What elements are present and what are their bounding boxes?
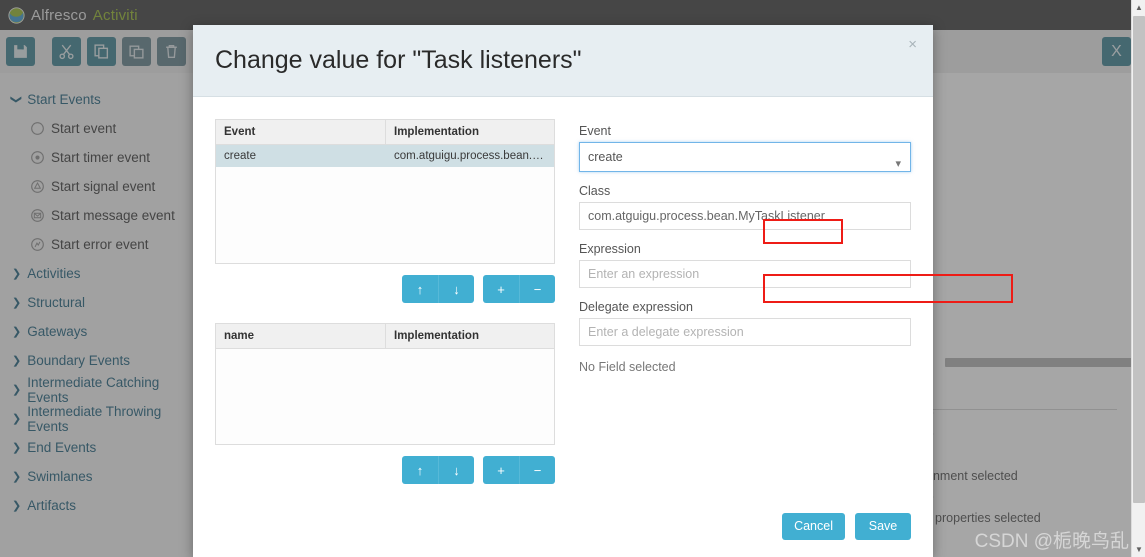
move-up-button[interactable]: ↑ [402,456,438,484]
event-field: Event create ▾ [579,124,911,172]
modal-body: Event Implementation create com.atguigu.… [193,97,1013,522]
remove-button[interactable]: − [519,275,555,303]
remove-button[interactable]: − [519,456,555,484]
column-header-event: Event [216,120,386,144]
no-field-selected-text: No Field selected [579,360,676,374]
modal-title: Change value for "Task listeners" [215,46,582,74]
fields-table[interactable]: name Implementation [215,323,555,445]
expression-field: Expression Enter an expression [579,242,911,288]
cancel-button[interactable]: Cancel [782,512,845,540]
class-label: Class [579,184,611,198]
move-button-group: ↑ ↓ [402,275,474,303]
modal-left-column: Event Implementation create com.atguigu.… [215,119,555,522]
table-body: create com.atguigu.process.bean.MyTaskLi… [216,145,554,263]
column-header-implementation: Implementation [394,330,479,342]
delegate-expression-input[interactable]: Enter a delegate expression [579,318,911,346]
scroll-up-icon[interactable]: ▲ [1132,0,1145,15]
move-up-button[interactable]: ↑ [402,275,438,303]
class-field: Class com.atguigu.process.bean.MyTaskLis… [579,184,911,230]
table-header: name Implementation [216,324,554,349]
close-icon[interactable]: × [908,37,917,52]
column-header-name: name [216,324,386,348]
page-scrollbar[interactable]: ▲ ▼ [1131,0,1145,557]
fields-table-actions: ↑ ↓ + − [215,456,555,484]
save-button[interactable]: Save [855,512,911,540]
scroll-down-icon[interactable]: ▼ [1132,542,1145,557]
expression-label: Expression [579,242,641,256]
add-button[interactable]: + [483,456,519,484]
class-input[interactable]: com.atguigu.process.bean.MyTaskListener [579,202,911,230]
expression-input[interactable]: Enter an expression [579,260,911,288]
table-body [216,349,554,444]
scrollbar-thumb[interactable] [1133,16,1145,503]
move-button-group: ↑ ↓ [402,456,474,484]
listeners-table-actions: ↑ ↓ + − [215,275,555,303]
event-select-value: create [588,150,623,164]
modal-header: Change value for "Task listeners" × [193,25,933,97]
add-remove-button-group: + − [483,275,555,303]
event-label: Event [579,124,611,138]
table-header: Event Implementation [216,120,554,145]
add-remove-button-group: + − [483,456,555,484]
listeners-table[interactable]: Event Implementation create com.atguigu.… [215,119,555,264]
modal-right-column: Event create ▾ Class com.atguigu.process… [579,119,911,522]
delegate-expression-field: Delegate expression Enter a delegate exp… [579,300,911,346]
modal-footer: Cancel Save [193,495,933,557]
cell-event: create [224,150,256,162]
cell-implementation: com.atguigu.process.bean.MyTaskLis... [394,150,554,162]
move-down-button[interactable]: ↓ [438,456,474,484]
delegate-expression-label: Delegate expression [579,300,693,314]
event-select[interactable]: create ▾ [579,142,911,172]
chevron-down-icon: ▾ [895,158,901,170]
change-value-modal: Change value for "Task listeners" × Even… [193,25,1013,557]
column-header-implementation: Implementation [394,126,479,138]
move-down-button[interactable]: ↓ [438,275,474,303]
watermark: CSDN @栀晚鸟乱 [974,531,1129,552]
table-row[interactable]: create com.atguigu.process.bean.MyTaskLi… [216,145,554,167]
app-root: Alfresco Activiti ❯ Start Events Start e… [0,0,1145,557]
add-button[interactable]: + [483,275,519,303]
